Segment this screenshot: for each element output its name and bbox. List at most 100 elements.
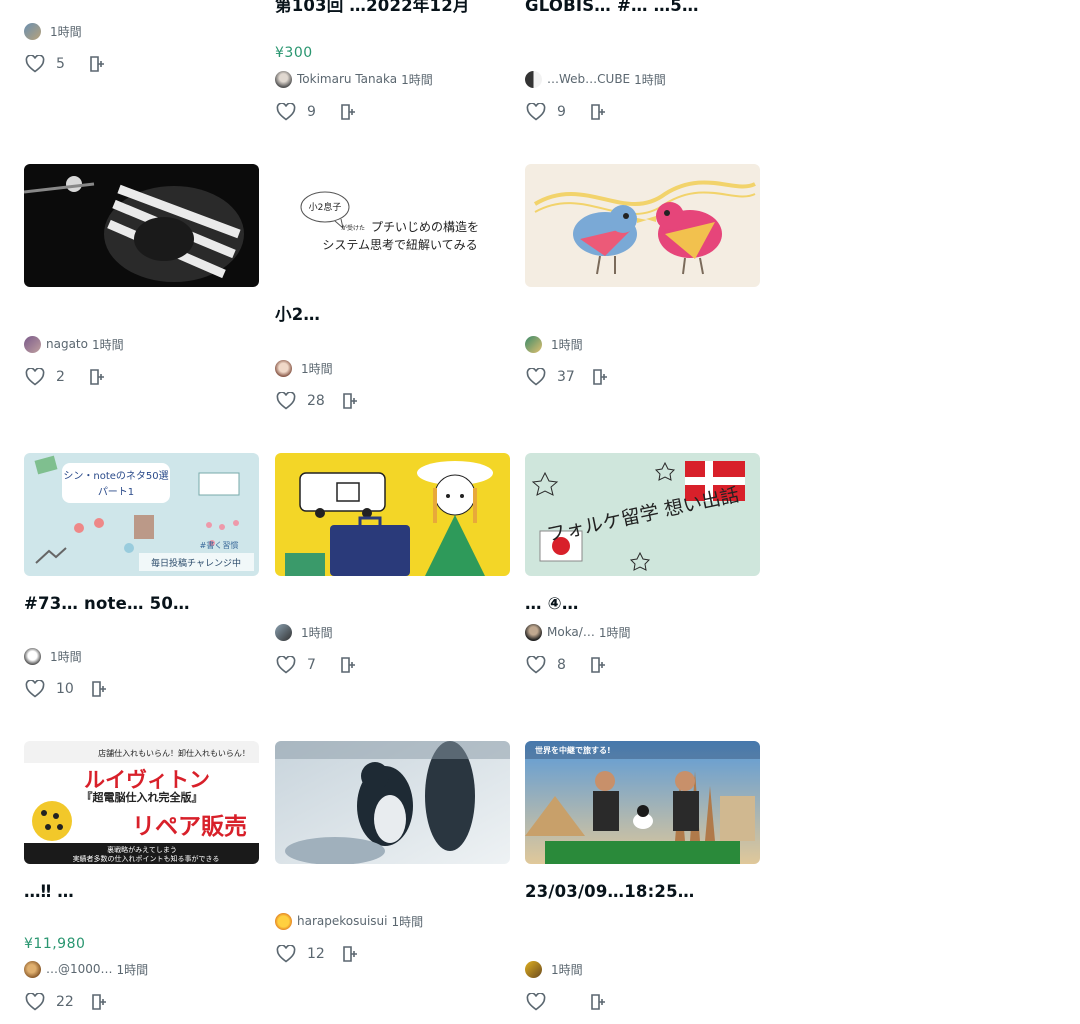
note-title[interactable] (275, 880, 510, 904)
author-info[interactable]: nagato 1時間 (24, 334, 124, 354)
like-count: 9 (557, 104, 566, 120)
author-info[interactable]: …Web…CUBE 1時間 (525, 69, 666, 89)
heart-icon[interactable] (275, 654, 297, 676)
author-avatar (24, 335, 41, 353)
note-thumbnail[interactable] (275, 741, 510, 864)
author-avatar (275, 623, 292, 641)
heart-icon[interactable] (275, 101, 297, 123)
card-actions: 5 (24, 51, 108, 77)
author-info[interactable]: 1時間 (525, 334, 583, 354)
author-name: Tokimaru Tanaka (297, 72, 398, 86)
post-time: 1時間 (116, 962, 149, 977)
heart-icon[interactable] (525, 991, 547, 1013)
heart-icon[interactable] (525, 654, 547, 676)
author-info[interactable]: 1時間 (24, 646, 82, 666)
author-info[interactable]: Moka/… 1時間 (525, 622, 630, 642)
heart-icon[interactable] (275, 390, 297, 412)
note-thumbnail[interactable]: シン・noteのネタ50選 パート1 #書く習慣 毎日投稿チャレンジ中 (24, 453, 259, 576)
post-time: 1時間 (301, 361, 333, 376)
magazine-add-icon[interactable] (88, 991, 110, 1013)
card-actions (525, 989, 609, 1015)
magazine-add-icon[interactable] (86, 366, 108, 388)
thumb-text: 世界を中継で旅する! (535, 745, 611, 755)
author-info[interactable]: 1時間 (525, 959, 583, 979)
author-info[interactable]: 1時間 (24, 21, 82, 41)
author-name: …Web…CUBE (547, 72, 631, 86)
author-name: harapekosuisui (297, 914, 388, 928)
note-thumbnail[interactable]: 店舗仕入れもいらん！卸仕入れもいらん！ ルイヴィトン 『超電脳仕入れ完全版』 リ… (24, 741, 259, 864)
like-count: 7 (307, 657, 316, 673)
note-title[interactable] (525, 303, 760, 327)
thumb-tag: #書く習慣 (200, 540, 239, 550)
note-title[interactable]: 小2… (275, 303, 510, 351)
card-actions: 8 (525, 652, 609, 678)
like-count: 37 (557, 369, 575, 385)
author-avatar (275, 912, 292, 930)
note-thumbnail[interactable]: フォルケ留学 想い出話 (525, 453, 760, 576)
magazine-add-icon[interactable] (337, 654, 359, 676)
note-title[interactable] (24, 0, 259, 12)
magazine-add-icon[interactable] (88, 678, 110, 700)
note-title[interactable] (275, 592, 510, 616)
magazine-add-icon[interactable] (86, 53, 108, 75)
post-time: 1時間 (391, 914, 424, 929)
author-name: …@1000… (46, 962, 113, 976)
note-title[interactable]: …‼ … (24, 880, 259, 928)
magazine-add-icon[interactable] (587, 654, 609, 676)
magazine-add-icon[interactable] (339, 943, 361, 965)
note-thumbnail[interactable] (525, 164, 760, 287)
author-avatar (275, 359, 292, 377)
note-thumbnail[interactable] (275, 453, 510, 576)
thumb-bottom: 実績者多数の仕入れポイントも知る事ができる (73, 854, 220, 863)
card-actions: 12 (275, 941, 361, 967)
thumb-main: ルイヴィトン (84, 768, 210, 792)
post-time: 1時間 (301, 625, 333, 640)
note-title[interactable]: … ④… (525, 592, 760, 616)
post-time: 1時間 (91, 337, 124, 352)
heart-icon[interactable] (525, 366, 547, 388)
heart-icon[interactable] (24, 991, 46, 1013)
heart-icon[interactable] (24, 678, 46, 700)
magazine-add-icon[interactable] (339, 390, 361, 412)
note-title[interactable]: 23/03/09…18:25… (525, 880, 760, 952)
author-avatar (24, 22, 41, 40)
card-actions: 37 (525, 364, 611, 390)
note-thumbnail[interactable]: 小2息子 が受けた プチいじめの構造を システム思考で紐解いてみる (275, 164, 510, 287)
heart-icon[interactable] (525, 101, 547, 123)
magazine-add-icon[interactable] (589, 366, 611, 388)
author-avatar (24, 960, 41, 978)
like-count: 5 (56, 56, 65, 72)
magazine-add-icon[interactable] (337, 101, 359, 123)
card-actions: 9 (525, 99, 609, 125)
card-actions: 22 (24, 989, 110, 1015)
post-time: 1時間 (401, 72, 433, 87)
author-avatar (275, 70, 292, 88)
note-price: ¥300 (275, 45, 313, 61)
author-info[interactable]: Tokimaru Tanaka 1時間 (275, 69, 433, 89)
author-avatar (525, 623, 542, 641)
like-count: 9 (307, 104, 316, 120)
note-title[interactable]: #73… note… 50… (24, 592, 259, 640)
note-title[interactable] (24, 303, 259, 327)
heart-icon[interactable] (275, 943, 297, 965)
author-info[interactable]: …@1000… 1時間 (24, 959, 148, 979)
thumb-line2: システム思考で紐解いてみる (322, 238, 477, 252)
magazine-add-icon[interactable] (587, 101, 609, 123)
author-info[interactable]: 1時間 (275, 622, 333, 642)
heart-icon[interactable] (24, 366, 46, 388)
author-info[interactable]: harapekosuisui 1時間 (275, 911, 423, 931)
thumb-sub: 『超電脳仕入れ完全版』 (82, 790, 203, 804)
note-title[interactable]: 第103回 …2022年12月 (275, 0, 510, 36)
author-avatar (525, 960, 542, 978)
heart-icon[interactable] (24, 53, 46, 75)
card-actions: 7 (275, 652, 359, 678)
like-count: 8 (557, 657, 566, 673)
author-avatar (525, 70, 542, 88)
author-avatar (24, 647, 41, 665)
author-name: Moka/… (547, 625, 595, 639)
magazine-add-icon[interactable] (587, 991, 609, 1013)
note-title[interactable]: GLOBIS… #… …5… (525, 0, 760, 60)
note-thumbnail[interactable] (24, 164, 259, 287)
note-thumbnail[interactable]: 世界を中継で旅する! (525, 741, 760, 864)
author-info[interactable]: 1時間 (275, 358, 333, 378)
